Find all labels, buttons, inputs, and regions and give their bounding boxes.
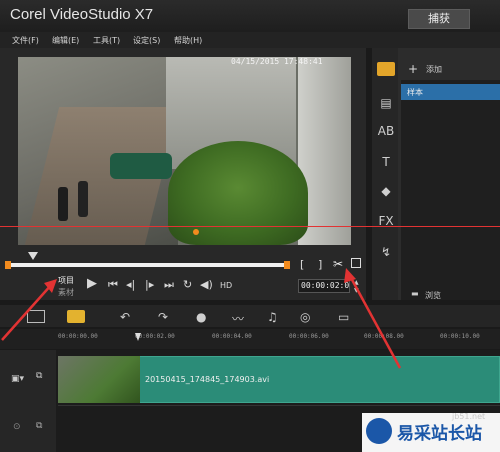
mode-clip-label[interactable]: 素材 [58, 287, 74, 298]
redo-icon[interactable]: ↷ [158, 310, 168, 324]
video-track-icon[interactable]: ▣▾ [11, 374, 24, 384]
media-icon[interactable] [377, 62, 395, 76]
prev-frame-icon[interactable]: ◂| [126, 278, 135, 291]
ruler-label: 00:00:10.00 [440, 333, 480, 340]
overlay-track-icon[interactable]: ⊙ [13, 422, 21, 432]
track-headers [0, 350, 56, 452]
add-label[interactable]: 添加 [426, 64, 442, 75]
watermark-logo [366, 418, 392, 444]
sound-mixer-icon[interactable]: 〰 [232, 310, 244, 327]
timecode-field[interactable]: 00:00:02:0 [298, 279, 350, 293]
timecode-up-icon[interactable]: ▲ [354, 279, 359, 286]
ruler-label: 00:00:00.00 [58, 333, 98, 340]
ruler-label: 00:00:02.00 [135, 333, 175, 340]
ruler-label: 00:00:08.00 [364, 333, 404, 340]
undo-icon[interactable]: ↶ [120, 310, 130, 324]
trim-in-handle[interactable] [5, 261, 11, 269]
menu-file[interactable]: 文件(F) [12, 35, 39, 46]
repeat-icon[interactable]: ↻ [183, 278, 192, 291]
browse-label[interactable]: 浏览 [425, 290, 441, 301]
watermark-text: 易采站长站 [397, 424, 482, 444]
volume-icon[interactable]: ◀) [200, 278, 213, 291]
motion-tracking-icon[interactable]: ◎ [300, 310, 310, 324]
capture-tab-button[interactable]: 捕获 [408, 9, 470, 29]
timecode-down-icon[interactable]: ▼ [354, 287, 359, 294]
scissors-icon[interactable]: ✂ [333, 257, 343, 271]
ruler-label: 00:00:04.00 [212, 333, 252, 340]
subtitle-editor-icon[interactable]: ▭ [338, 310, 349, 324]
clip-thumbnail [58, 356, 140, 403]
app-title: Corel VideoStudio X7 [10, 6, 154, 23]
preview-person [58, 187, 68, 221]
library-toolbar [372, 48, 398, 300]
path-icon[interactable]: ↯ [377, 245, 395, 259]
play-icon[interactable]: ▶ [87, 276, 97, 291]
library-item-sample[interactable]: 样本 [401, 84, 500, 100]
transition-icon[interactable]: AB [377, 124, 395, 138]
record-capture-icon[interactable]: ● [196, 310, 206, 324]
go-end-icon[interactable]: ⏭ [164, 278, 174, 292]
mark-out-button[interactable]: ] [318, 258, 322, 271]
go-start-icon[interactable]: ⏮ [108, 278, 118, 292]
watermark-url: jb51.net [452, 412, 486, 421]
enlarge-icon[interactable] [351, 258, 361, 268]
storyboard-view-icon[interactable] [27, 310, 45, 323]
menu-bar: 文件(F) 编辑(E) 工具(T) 设定(S) 帮助(H) [0, 32, 500, 48]
mark-in-button[interactable]: [ [300, 258, 304, 271]
preview-person [78, 181, 88, 217]
menu-settings[interactable]: 设定(S) [133, 35, 160, 46]
clip-name: 20150415_174845_174903.avi [145, 375, 270, 384]
auto-music-icon[interactable]: ♫ [267, 310, 278, 324]
mode-project-label[interactable]: 项目 [58, 275, 74, 286]
annotation-line [0, 226, 500, 227]
scrub-marker[interactable] [193, 229, 199, 235]
library-list [401, 80, 500, 300]
add-icon[interactable]: + [408, 62, 418, 76]
browse-icon[interactable]: ▬ [411, 289, 419, 298]
hd-label[interactable]: HD [220, 281, 232, 290]
graphic-icon[interactable]: ◆ [377, 184, 395, 198]
ruler-label: 00:00:06.00 [289, 333, 329, 340]
instant-project-icon[interactable]: ▤ [377, 96, 395, 110]
preview-tree [168, 141, 308, 245]
overlay-track-toggle-icon[interactable]: ⧉ [36, 421, 42, 431]
title-icon[interactable]: T [377, 155, 395, 169]
menu-tools[interactable]: 工具(T) [93, 35, 120, 46]
menu-edit[interactable]: 编辑(E) [52, 35, 79, 46]
preview-window: 04/15/2015 17:48:41 [18, 57, 351, 245]
preview-pool [110, 153, 172, 179]
trim-out-handle[interactable] [284, 261, 290, 269]
trim-bar[interactable] [8, 263, 288, 267]
track-divider [58, 405, 500, 406]
next-frame-icon[interactable]: |▸ [145, 278, 154, 291]
video-track-toggle-icon[interactable]: ⧉ [36, 371, 42, 381]
timeline-view-icon[interactable] [67, 310, 85, 323]
preview-timestamp: 04/15/2015 17:48:41 [231, 57, 323, 66]
menu-help[interactable]: 帮助(H) [174, 35, 202, 46]
